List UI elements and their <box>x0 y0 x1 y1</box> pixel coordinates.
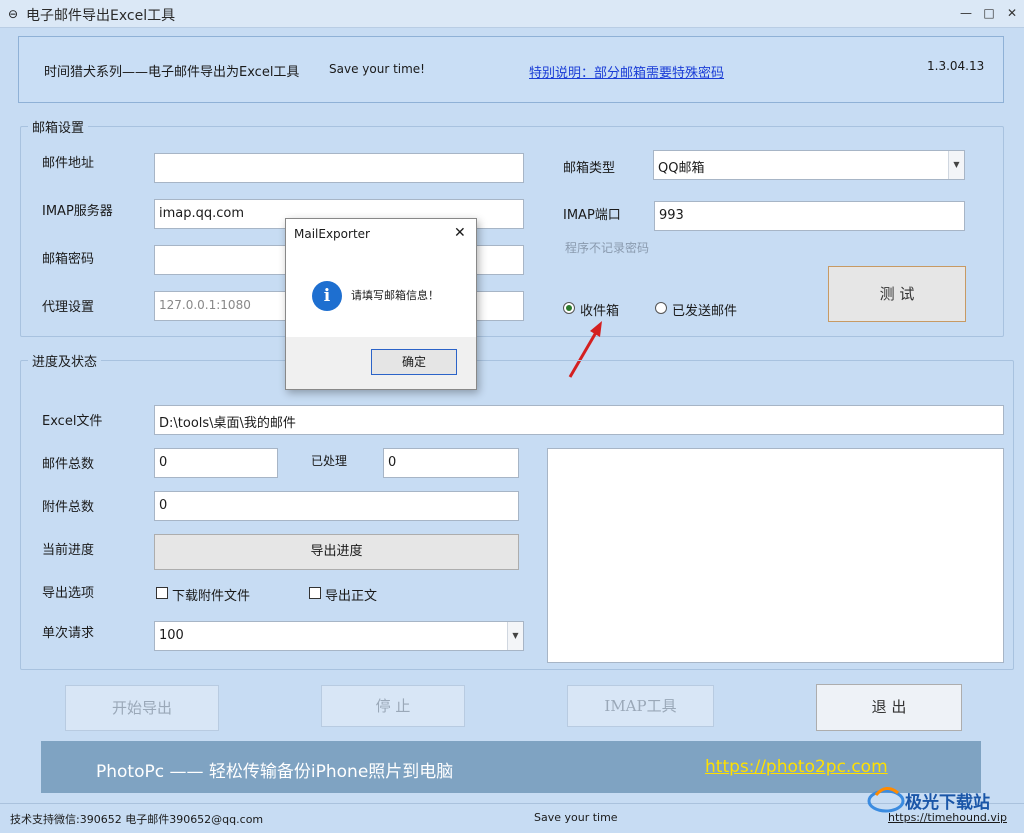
processed-field[interactable]: 0 <box>383 448 519 478</box>
log-textarea[interactable] <box>547 448 1004 663</box>
mail-total-label: 邮件总数 <box>42 457 95 472</box>
message-dialog: MailExporter ✕ i 请填写邮箱信息！ 确定 <box>285 218 477 390</box>
app-name: 时间猎犬系列——电子邮件导出为Excel工具 <box>44 65 300 80</box>
mailbox-type-select[interactable]: QQ邮箱 ▼ <box>653 150 965 180</box>
chevron-down-icon[interactable]: ▼ <box>507 622 523 650</box>
current-progress-label: 当前进度 <box>42 543 95 558</box>
export-options-label: 导出选项 <box>42 586 95 601</box>
radio-inbox-circle[interactable] <box>563 302 575 314</box>
status-slogan: Save your time <box>534 811 618 824</box>
mailbox-type-label: 邮箱类型 <box>563 161 616 176</box>
banner-text: PhotoPc —— 轻松传输备份iPhone照片到电脑 <box>96 762 454 782</box>
download-attachments-label: 下载附件文件 <box>172 589 251 604</box>
download-attachments-checkbox[interactable]: 下载附件文件 <box>156 585 266 604</box>
export-body-label: 导出正文 <box>325 589 378 604</box>
minimize-button[interactable]: — <box>955 4 977 22</box>
header-panel: 时间猎犬系列——电子邮件导出为Excel工具 Save your time! 特… <box>18 36 1004 103</box>
window-title: 电子邮件导出Excel工具 <box>26 8 176 24</box>
slogan: Save your time! <box>329 62 425 76</box>
imap-server-label: IMAP服务器 <box>42 204 113 219</box>
imap-port-field[interactable]: 993 <box>654 201 965 231</box>
stop-button[interactable]: 停 止 <box>321 685 465 727</box>
download-attachments-box[interactable] <box>156 587 168 599</box>
imap-port-label: IMAP端口 <box>563 208 621 223</box>
promo-banner[interactable]: PhotoPc —— 轻松传输备份iPhone照片到电脑 https://pho… <box>41 741 981 793</box>
attachment-total-label: 附件总数 <box>42 500 95 515</box>
mailbox-settings-label: 邮箱设置 <box>28 117 89 136</box>
maximize-button[interactable]: □ <box>978 4 1000 22</box>
batch-request-value: 100 <box>159 628 184 643</box>
test-button[interactable]: 测 试 <box>828 266 966 322</box>
export-body-checkbox[interactable]: 导出正文 <box>309 585 399 604</box>
dialog-close-button[interactable]: ✕ <box>454 225 466 241</box>
attachment-total-field[interactable]: 0 <box>154 491 519 521</box>
title-bar: ⊖ 电子邮件导出Excel工具 — □ ✕ <box>0 0 1024 28</box>
mail-total-field[interactable]: 0 <box>154 448 278 478</box>
batch-request-label: 单次请求 <box>42 626 95 641</box>
radio-sent-label: 已发送邮件 <box>672 304 738 319</box>
version-label: 1.3.04.13 <box>927 59 985 73</box>
radio-sent[interactable]: 已发送邮件 <box>655 300 755 319</box>
ok-button[interactable]: 确定 <box>371 349 457 375</box>
excel-file-label: Excel文件 <box>42 414 103 429</box>
dialog-message: 请填写邮箱信息！ <box>351 289 439 302</box>
radio-sent-circle[interactable] <box>655 302 667 314</box>
processed-label: 已处理 <box>311 454 348 468</box>
email-label: 邮件地址 <box>42 156 95 171</box>
imap-tool-button[interactable]: IMAP工具 <box>567 685 714 727</box>
batch-request-select[interactable]: 100 ▼ <box>154 621 524 651</box>
watermark-text: 极光下载站 <box>905 793 990 813</box>
banner-link[interactable]: https://photo2pc.com <box>705 757 888 777</box>
proxy-label: 代理设置 <box>42 300 95 315</box>
email-field[interactable] <box>154 153 524 183</box>
exit-button[interactable]: 退 出 <box>816 684 962 731</box>
watermark-logo-icon <box>867 787 905 813</box>
export-progress-button[interactable]: 导出进度 <box>154 534 519 570</box>
app-icon: ⊖ <box>7 7 19 21</box>
dialog-footer: 确定 <box>286 337 476 389</box>
close-button[interactable]: ✕ <box>1001 4 1023 22</box>
no-save-password-note: 程序不记录密码 <box>565 241 650 255</box>
support-contact: 技术支持微信:390652 电子邮件390652@qq.com <box>10 813 264 826</box>
special-notice-link[interactable]: 特别说明：部分邮箱需要特殊密码 <box>529 62 724 81</box>
info-icon: i <box>312 281 342 311</box>
radio-inbox[interactable]: 收件箱 <box>563 300 643 319</box>
dialog-title: MailExporter <box>294 227 370 241</box>
password-label: 邮箱密码 <box>42 252 95 267</box>
chevron-down-icon[interactable]: ▼ <box>948 151 964 179</box>
export-body-box[interactable] <box>309 587 321 599</box>
excel-file-field[interactable]: D:\tools\桌面\我的邮件 <box>154 405 1004 435</box>
start-export-button[interactable]: 开始导出 <box>65 685 219 731</box>
progress-group-label: 进度及状态 <box>28 351 102 370</box>
mailbox-type-value: QQ邮箱 <box>658 161 705 176</box>
